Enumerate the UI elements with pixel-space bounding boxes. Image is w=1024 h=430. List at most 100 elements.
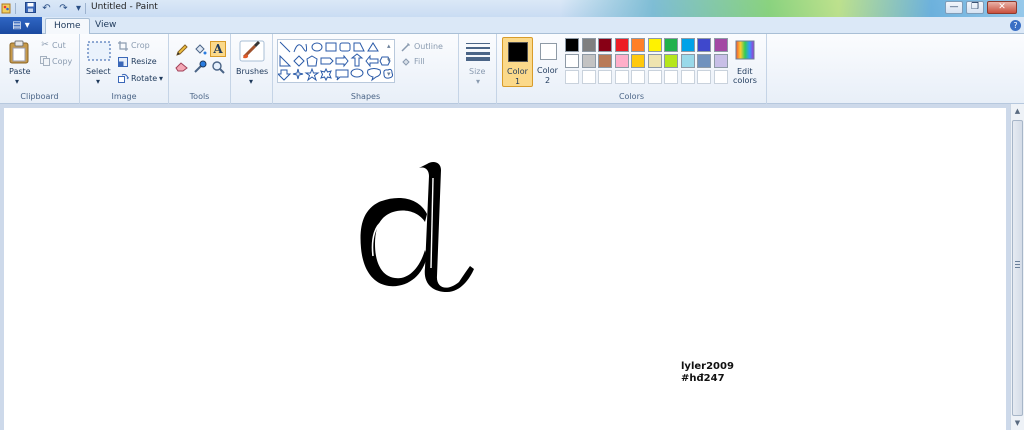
drawn-letter-d — [360, 162, 474, 292]
colors-group: Color 1 Color 2 Edit colors Colors — [497, 34, 767, 104]
scroll-thumb[interactable] — [1012, 120, 1023, 416]
palette-swatch[interactable] — [631, 38, 645, 52]
shapes-gallery[interactable] — [276, 39, 395, 83]
edit-colors-icon[interactable] — [735, 40, 755, 63]
divider — [15, 3, 16, 14]
maximize-button[interactable]: ❐ — [966, 1, 984, 14]
rotate-dropdown-icon[interactable]: ▾ — [159, 74, 163, 83]
copy-button[interactable]: Copy — [52, 57, 72, 66]
resize-icon[interactable] — [118, 57, 128, 70]
text-tool-icon[interactable]: A — [210, 41, 226, 57]
fill-button[interactable]: Fill — [414, 57, 425, 66]
redo-icon[interactable]: ↷ — [57, 2, 70, 15]
palette-swatch[interactable] — [713, 38, 728, 52]
palette-custom-slot[interactable] — [647, 70, 662, 84]
palette-swatch[interactable] — [697, 38, 711, 52]
file-menu-button[interactable]: ▤ ▾ — [0, 17, 42, 34]
palette-swatch[interactable] — [680, 54, 695, 68]
paste-button[interactable]: Paste — [9, 67, 31, 76]
scroll-up-icon[interactable]: ▲ — [1011, 105, 1024, 118]
palette-swatch[interactable] — [647, 38, 662, 52]
window-title: Untitled - Paint — [91, 2, 158, 12]
fill-bucket-icon[interactable] — [193, 43, 207, 60]
size-button[interactable]: Size — [469, 67, 485, 76]
title-bar: ↶ ↷ ▾ Untitled - Paint — ❐ ✕ — [0, 0, 1024, 17]
brushes-button[interactable]: Brushes — [236, 67, 268, 76]
palette-custom-slot[interactable] — [664, 70, 678, 84]
palette-swatch[interactable] — [614, 38, 629, 52]
color2-button[interactable]: Color 2 — [535, 37, 563, 87]
brushes-dropdown-icon[interactable]: ▾ — [249, 77, 253, 86]
outline-button[interactable]: Outline — [414, 42, 443, 51]
crop-button[interactable]: Crop — [131, 41, 150, 50]
brushes-icon[interactable] — [239, 39, 265, 66]
rotate-icon[interactable] — [118, 73, 129, 86]
select-icon[interactable] — [87, 41, 111, 64]
palette-custom-slot[interactable] — [581, 70, 596, 84]
cut-icon[interactable]: ✂ — [40, 40, 50, 50]
paste-icon[interactable] — [9, 40, 29, 67]
palette-swatch[interactable] — [631, 54, 645, 68]
palette-swatch[interactable] — [713, 54, 728, 68]
palette-swatch[interactable] — [581, 38, 596, 52]
palette-swatch[interactable] — [664, 38, 678, 52]
quick-access-dropdown-icon[interactable]: ▾ — [72, 2, 85, 15]
palette-custom-slot[interactable] — [598, 70, 612, 84]
palette-swatch[interactable] — [680, 38, 695, 52]
palette-custom-slot[interactable] — [614, 70, 629, 84]
vertical-scrollbar[interactable]: ▲ ▼ — [1010, 104, 1024, 430]
palette-custom-slot[interactable] — [697, 70, 711, 84]
shapes-more-icon[interactable]: ▾ — [387, 70, 391, 78]
fill-icon[interactable] — [401, 57, 411, 70]
copy-icon[interactable] — [40, 56, 50, 69]
color2-swatch — [540, 43, 557, 60]
palette-swatch[interactable] — [664, 54, 678, 68]
color1-button[interactable]: Color 1 — [502, 37, 533, 87]
save-icon[interactable] — [24, 2, 37, 15]
palette-custom-slot[interactable] — [565, 70, 579, 84]
palette-swatch[interactable] — [565, 54, 579, 68]
palette-swatch[interactable] — [598, 38, 612, 52]
palette-custom-slot[interactable] — [631, 70, 645, 84]
drawing-canvas[interactable]: lyler2009 #hđ247 — [4, 108, 1006, 430]
magnifier-icon[interactable] — [211, 60, 225, 77]
help-icon[interactable]: ? — [1010, 20, 1021, 31]
edit-colors-label-2[interactable]: colors — [733, 76, 757, 85]
palette-swatch[interactable] — [697, 54, 711, 68]
paste-dropdown-icon[interactable]: ▾ — [15, 77, 19, 86]
palette-swatch[interactable] — [565, 38, 579, 52]
shapes-scroll-down-icon[interactable]: ▾ — [387, 56, 391, 64]
select-dropdown-icon[interactable]: ▾ — [96, 77, 100, 86]
outline-icon[interactable] — [401, 42, 411, 55]
select-button[interactable]: Select — [86, 67, 111, 76]
color-picker-icon[interactable] — [193, 60, 207, 77]
signature-line-2: #hđ247 — [681, 373, 725, 384]
cut-button[interactable]: Cut — [52, 41, 66, 50]
pencil-icon[interactable] — [175, 43, 189, 60]
palette-swatch[interactable] — [614, 54, 629, 68]
palette-custom-slot[interactable] — [680, 70, 695, 84]
scroll-down-icon[interactable]: ▼ — [1011, 417, 1024, 430]
palette-custom-slot[interactable] — [713, 70, 728, 84]
tab-home[interactable]: Home — [45, 18, 90, 35]
shape-icons[interactable] — [276, 40, 394, 82]
undo-icon[interactable]: ↶ — [40, 2, 53, 15]
close-button[interactable]: ✕ — [987, 1, 1017, 14]
minimize-button[interactable]: — — [945, 1, 963, 14]
image-group-label: Image — [111, 92, 137, 101]
palette-swatch[interactable] — [598, 54, 612, 68]
palette-swatch[interactable] — [581, 54, 596, 68]
image-group: Select ▾ Crop Resize Rotate ▾ Image — [80, 34, 169, 104]
paint-app-icon[interactable] — [1, 2, 11, 15]
palette-swatch[interactable] — [647, 54, 662, 68]
eraser-icon[interactable] — [175, 60, 189, 75]
size-dropdown-icon[interactable]: ▾ — [476, 77, 480, 86]
resize-button[interactable]: Resize — [131, 57, 157, 66]
rotate-button[interactable]: Rotate — [131, 74, 157, 83]
tab-view[interactable]: View — [87, 18, 124, 35]
color1-swatch — [508, 42, 528, 62]
shapes-scroll-up-icon[interactable]: ▴ — [387, 42, 391, 50]
edit-colors-label[interactable]: Edit — [737, 67, 753, 76]
size-icon[interactable] — [466, 42, 490, 65]
crop-icon[interactable] — [118, 41, 128, 54]
